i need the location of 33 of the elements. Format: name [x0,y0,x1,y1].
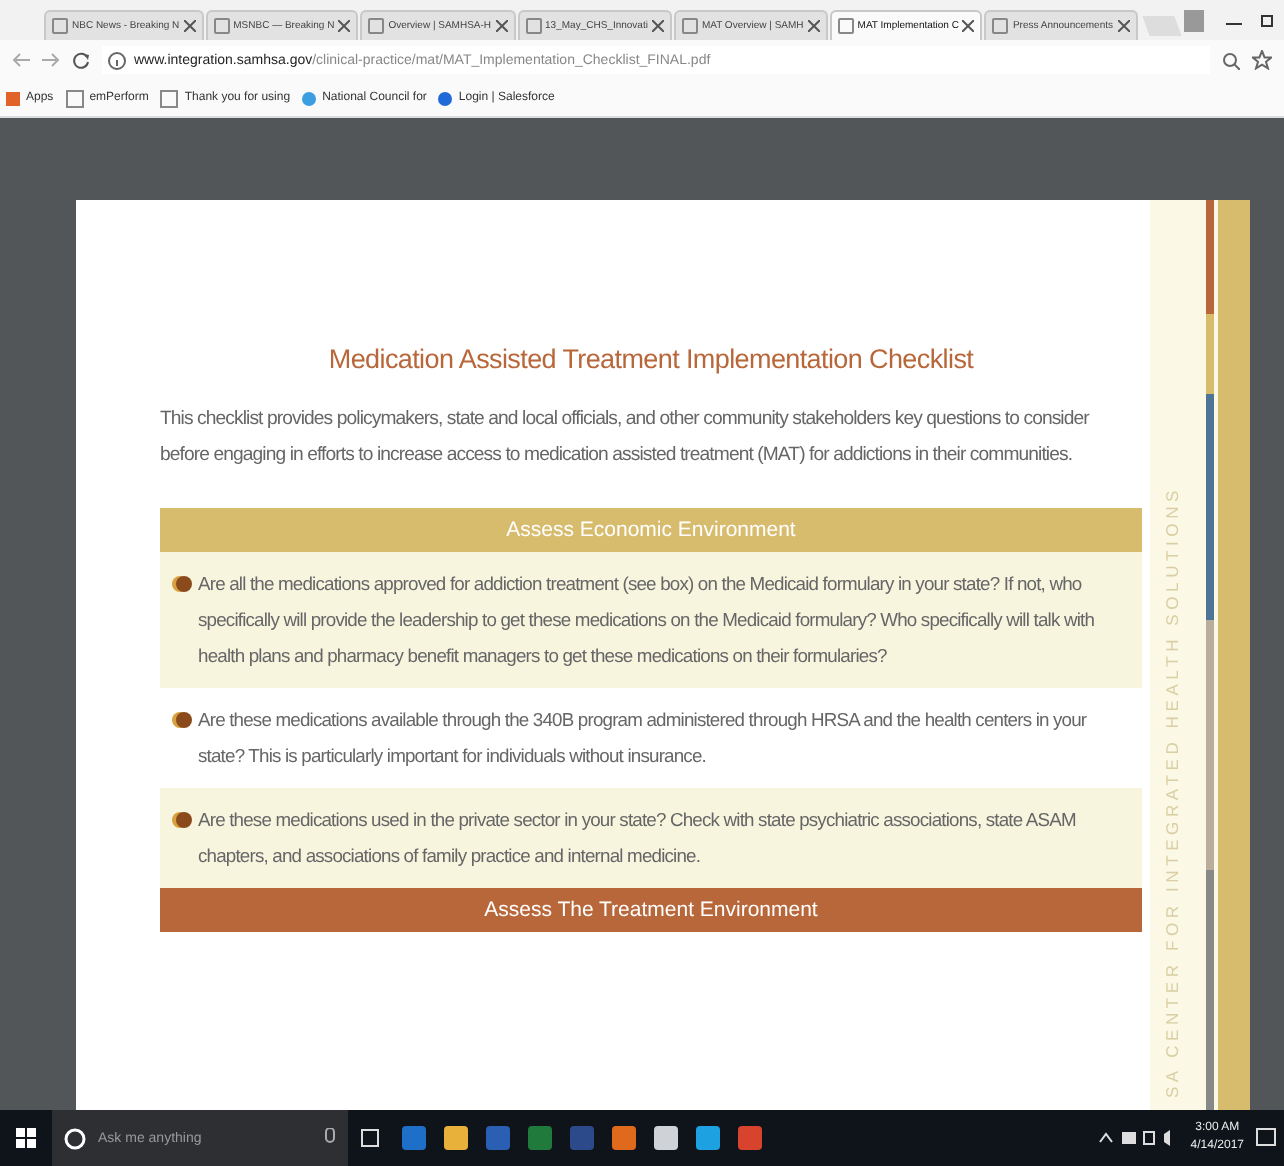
sidebar-text: SA CENTER FOR INTEGRATED HEALTH SOLUTIONS [1160,485,1184,1098]
section-header: Assess Economic Environment [160,508,1142,552]
intro-paragraph: This checklist provides policymakers, state and local officials, and other community stakeholders key questions to consider before engaging in efforts to increase access to medication assisted treatment (MAT) for addictions in their communities. [160,406,1092,470]
bullet-icon [172,574,192,594]
close-icon[interactable] [651,20,664,32]
close-icon[interactable] [495,20,508,32]
notification-icon[interactable] [1256,1128,1276,1148]
document-title: Medication Assisted Treatment Implementation Checklist [326,344,976,374]
bullet-icon [172,810,192,830]
checklist-question: Are these medications used in the private sector in your state? Check with state psychiatric associations, state ASAM chapters, and associations of family practice and internal medicine. [198,806,1078,870]
page-icon [681,18,698,34]
page-icon [213,18,230,34]
close-icon[interactable] [807,20,820,32]
page-icon [368,18,385,34]
close-icon[interactable] [1117,20,1129,32]
section-header: Assess The Treatment Environment [160,888,1142,932]
bullet-icon [172,710,192,730]
page-icon [525,18,542,34]
microphone-icon [324,1128,336,1148]
page-icon [992,18,1009,34]
checklist-question: Are these medications available through the 340B program administered through HRSA and the health centers in your state? This is particularly important for individuals without insurance. [198,706,1089,770]
page-icon [837,18,854,34]
profile-icon[interactable] [1184,9,1204,31]
checklist-question: Are all the medications approved for addiction treatment (see box) on the Medicaid formulary in your state? If not, who specifically will provide the leadership to get these medications on the Medicaid formulary? Who specifically will talk with health plans and pharmacy benefit managers to get these medications on their formularies? [198,570,1097,670]
zoom-icon[interactable] [1222,51,1240,69]
close-icon[interactable] [962,20,975,32]
close-icon[interactable] [183,20,196,32]
star-icon[interactable] [1252,50,1272,70]
page-icon [52,18,68,34]
info-icon [108,51,126,69]
reload-icon[interactable] [72,51,90,69]
close-icon[interactable] [338,20,351,32]
cortana-icon [64,1127,86,1149]
